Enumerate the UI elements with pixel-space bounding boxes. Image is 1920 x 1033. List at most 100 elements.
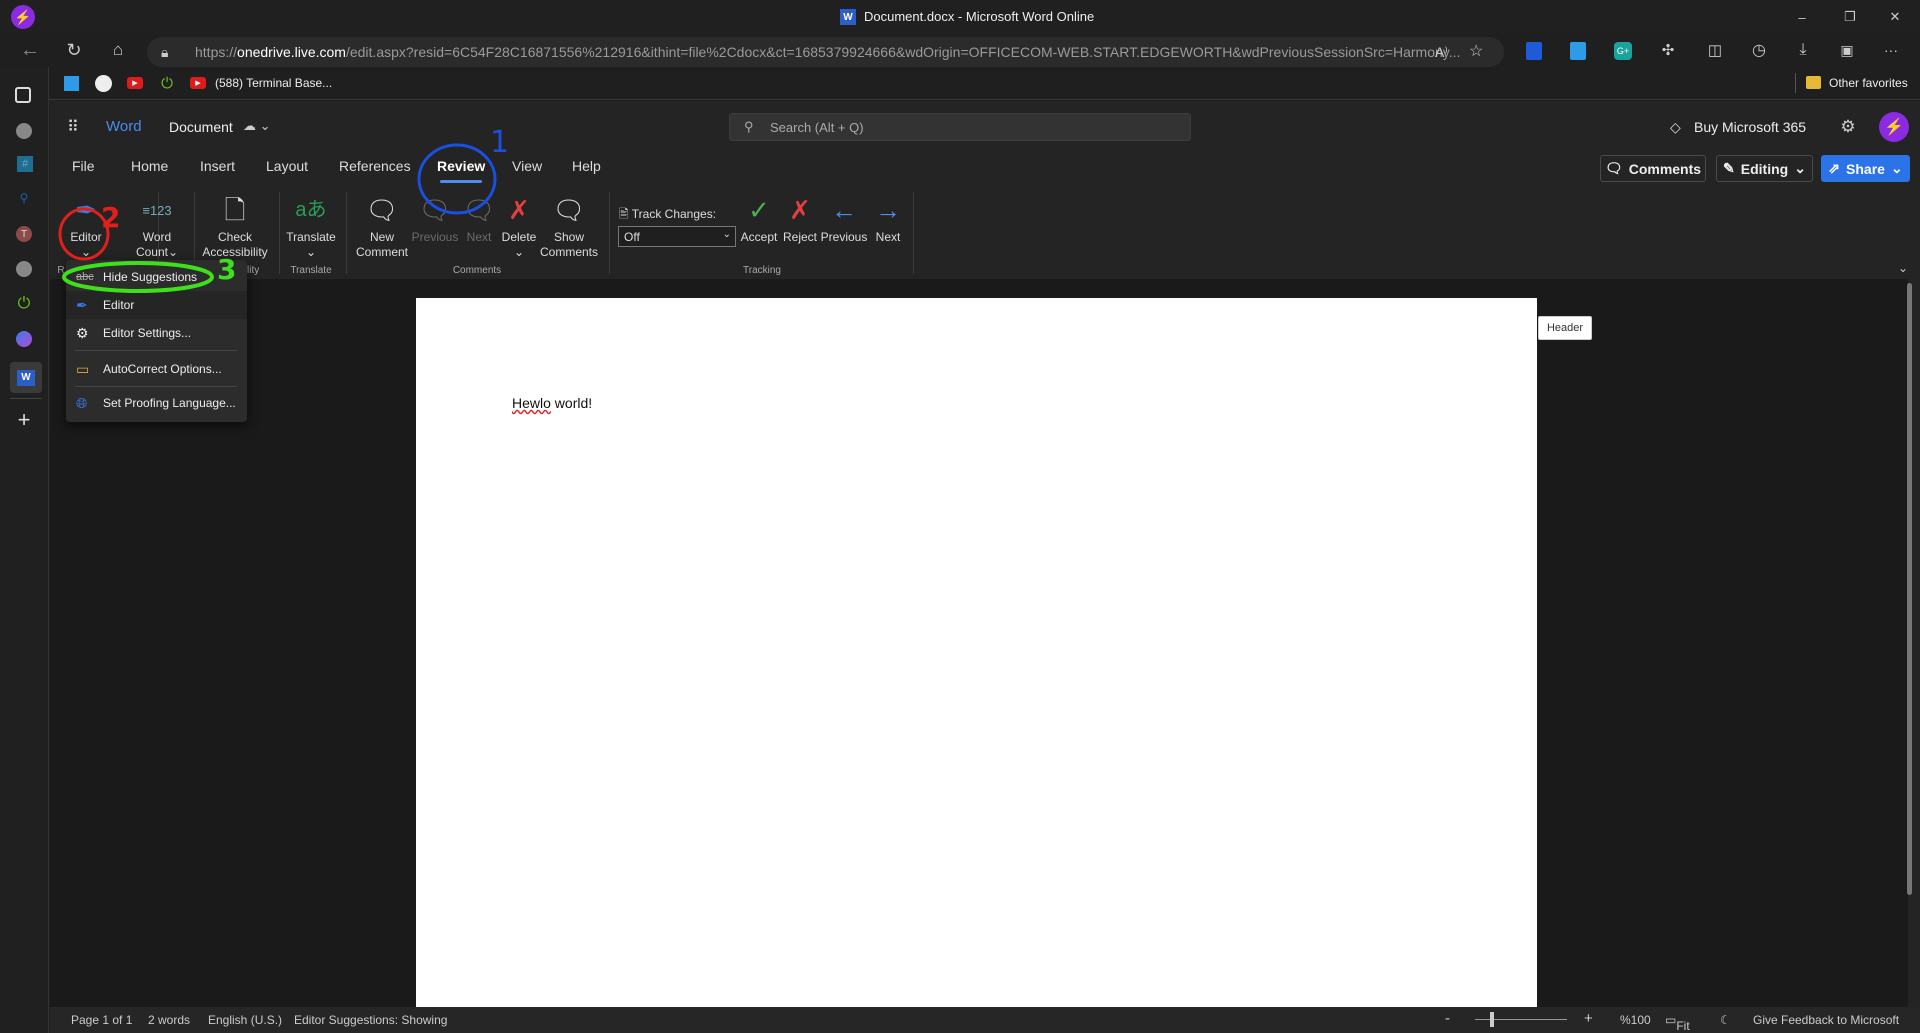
read-aloud-icon[interactable]: A⁾ [1435, 37, 1448, 67]
menu-item-autocorrect-options[interactable]: ▭ AutoCorrect Options... [66, 355, 247, 383]
new-comment-button[interactable]: 🗨︎ New Comment [356, 190, 408, 260]
profile-icon[interactable]: ⚡ [11, 5, 35, 29]
misspelled-word[interactable]: Hewlo [512, 395, 551, 411]
settings-gear-icon[interactable]: ⚙ [1837, 116, 1859, 138]
tab-actions-icon[interactable] [15, 87, 31, 103]
favorite-app-icon[interactable] [64, 76, 79, 91]
tab-view[interactable]: View [512, 158, 542, 174]
accept-button[interactable]: ✓ Accept [741, 190, 778, 245]
check-label: Check [217, 230, 253, 244]
divider [75, 386, 237, 387]
extension-icon[interactable] [1570, 42, 1586, 60]
app-name[interactable]: Word [106, 118, 142, 135]
previous-change-button[interactable]: ← Previous [821, 190, 868, 245]
translate-button[interactable]: aあ Translate ⌄ [286, 190, 336, 260]
zoom-slider-thumb[interactable] [1490, 1012, 1494, 1027]
github-icon[interactable] [95, 75, 112, 92]
tab-file[interactable]: File [72, 158, 95, 174]
split-screen-icon[interactable]: ◫ [1705, 40, 1725, 60]
next-comment-button[interactable]: 🗨︎ Next [462, 190, 495, 245]
favorite-star-icon[interactable]: ☆ [1469, 37, 1483, 67]
ribbon-collapse-icon[interactable]: ⌄ [1898, 261, 1908, 275]
editor-suggestions-status[interactable]: Editor Suggestions: Showing [294, 1013, 447, 1027]
other-favorites[interactable]: Other favorites [1829, 76, 1908, 90]
tab-help[interactable]: Help [572, 158, 601, 174]
divider [279, 192, 280, 274]
extensions-puzzle-icon[interactable]: ✣ [1658, 40, 1678, 60]
github-icon[interactable] [16, 123, 32, 139]
power-icon[interactable]: ⏻ [159, 75, 175, 92]
feedback-link[interactable]: Give Feedback to Microsoft [1753, 1013, 1899, 1027]
check-accessibility-button[interactable]: 🗋︎ Check Accessibility [202, 190, 267, 260]
delete-comment-button[interactable]: ✗ Delete ⌄ [502, 190, 537, 260]
reject-icon: ✗ [789, 194, 811, 225]
reject-button[interactable]: ✗ Reject [783, 190, 817, 245]
editing-mode-button[interactable]: ✎ Editing ⌄ [1716, 155, 1813, 182]
history-icon[interactable]: ◷ [1749, 40, 1769, 60]
back-icon[interactable]: ← [18, 38, 42, 62]
search-icon[interactable]: ⚲ [16, 190, 32, 206]
accessibility-icon: 🗋︎ [224, 194, 246, 225]
document-name[interactable]: Document [169, 119, 233, 135]
show-label: Show [553, 230, 585, 244]
track-changes-dropdown[interactable]: Off ⌄ [618, 226, 736, 247]
favorite-link[interactable]: (588) Terminal Base... [215, 76, 332, 90]
search-box[interactable]: ⚲ Search (Alt + Q) [729, 113, 1191, 141]
dark-mode-moon-icon[interactable]: ☾ [1720, 1013, 1731, 1027]
copilot-icon[interactable] [16, 331, 32, 347]
document-page[interactable]: Hewlo world! [416, 298, 1537, 1007]
document-text[interactable]: Hewlo world! [512, 395, 592, 411]
word-count-button[interactable]: ≡123 Word Count⌄ [136, 190, 178, 260]
zoom-in-button[interactable]: + [1584, 1010, 1593, 1027]
favorites-bar: ▶ ⏻ ▶ (588) Terminal Base... Other favor… [49, 67, 1920, 100]
refresh-icon[interactable]: ↻ [62, 38, 86, 62]
menu-item-set-proofing-language[interactable]: 🌐︎ Set Proofing Language... [66, 389, 247, 417]
download-icon[interactable]: ⤓ [1793, 40, 1813, 60]
word-sidebar-item[interactable]: W [10, 362, 42, 393]
comments-button[interactable]: 🗨︎ Comments [1600, 155, 1706, 182]
menu-item-hide-suggestions[interactable]: abc Hide Suggestions [66, 263, 247, 291]
tab-home[interactable]: Home [131, 158, 168, 174]
youtube-icon[interactable]: ▶ [127, 77, 143, 89]
app-launcher-icon[interactable]: ⠿ [63, 117, 83, 137]
tab-review[interactable]: Review [437, 158, 485, 174]
page-count[interactable]: Page 1 of 1 [71, 1013, 132, 1027]
address-bar[interactable]: 🔒︎ https://onedrive.live.com/edit.aspx?r… [147, 37, 1504, 67]
language[interactable]: English (U.S.) [208, 1013, 282, 1027]
fit-button[interactable]: ▭ Fit [1665, 1013, 1690, 1033]
menu-item-editor-settings[interactable]: ⚙ Editor Settings... [66, 319, 247, 347]
zoom-slider[interactable] [1475, 1019, 1567, 1020]
youtube-icon[interactable]: ▶ [190, 77, 206, 89]
zoom-out-button[interactable]: - [1445, 1010, 1450, 1027]
tab-layout[interactable]: Layout [266, 158, 308, 174]
minimize-button[interactable]: – [1790, 5, 1814, 29]
buy-microsoft-365-link[interactable]: Buy Microsoft 365 [1694, 119, 1806, 135]
close-button[interactable]: ✕ [1883, 5, 1907, 29]
t-app-icon[interactable]: T [16, 226, 32, 242]
math-solver-icon[interactable]: ▣ [1837, 40, 1857, 60]
reject-label: Reject [782, 230, 818, 244]
add-icon[interactable]: + [14, 407, 34, 432]
tab-references[interactable]: References [339, 158, 411, 174]
previous-label: Previous [411, 230, 459, 244]
github-icon[interactable] [16, 261, 32, 277]
editor-button[interactable]: ✒ Editor ⌄ [70, 190, 101, 260]
previous-comment-button[interactable]: 🗨︎ Previous [412, 190, 459, 245]
gear-icon: ⚙ [76, 325, 89, 341]
grammar-extension-icon[interactable]: G+ [1614, 42, 1632, 60]
power-icon[interactable]: ⏻ [15, 295, 33, 313]
share-button[interactable]: ⇗ Share ⌄ [1821, 155, 1910, 182]
restore-button[interactable]: ❐ [1838, 5, 1862, 29]
word-count[interactable]: 2 words [148, 1013, 190, 1027]
menu-item-editor[interactable]: ✒ Editor [66, 291, 247, 319]
account-avatar[interactable]: ⚡ [1879, 112, 1909, 142]
more-menu-icon[interactable]: ··· [1881, 40, 1901, 60]
vertical-scrollbar[interactable] [1907, 283, 1912, 895]
home-icon[interactable]: ⌂ [106, 38, 130, 62]
show-comments-button[interactable]: 🗨︎ Show Comments [540, 190, 598, 260]
next-change-button[interactable]: → Next [875, 190, 901, 245]
tab-insert[interactable]: Insert [200, 158, 235, 174]
bitwarden-extension-icon[interactable] [1526, 42, 1542, 60]
zoom-level[interactable]: %100 [1620, 1013, 1651, 1027]
hashnode-icon[interactable]: # [17, 156, 33, 172]
